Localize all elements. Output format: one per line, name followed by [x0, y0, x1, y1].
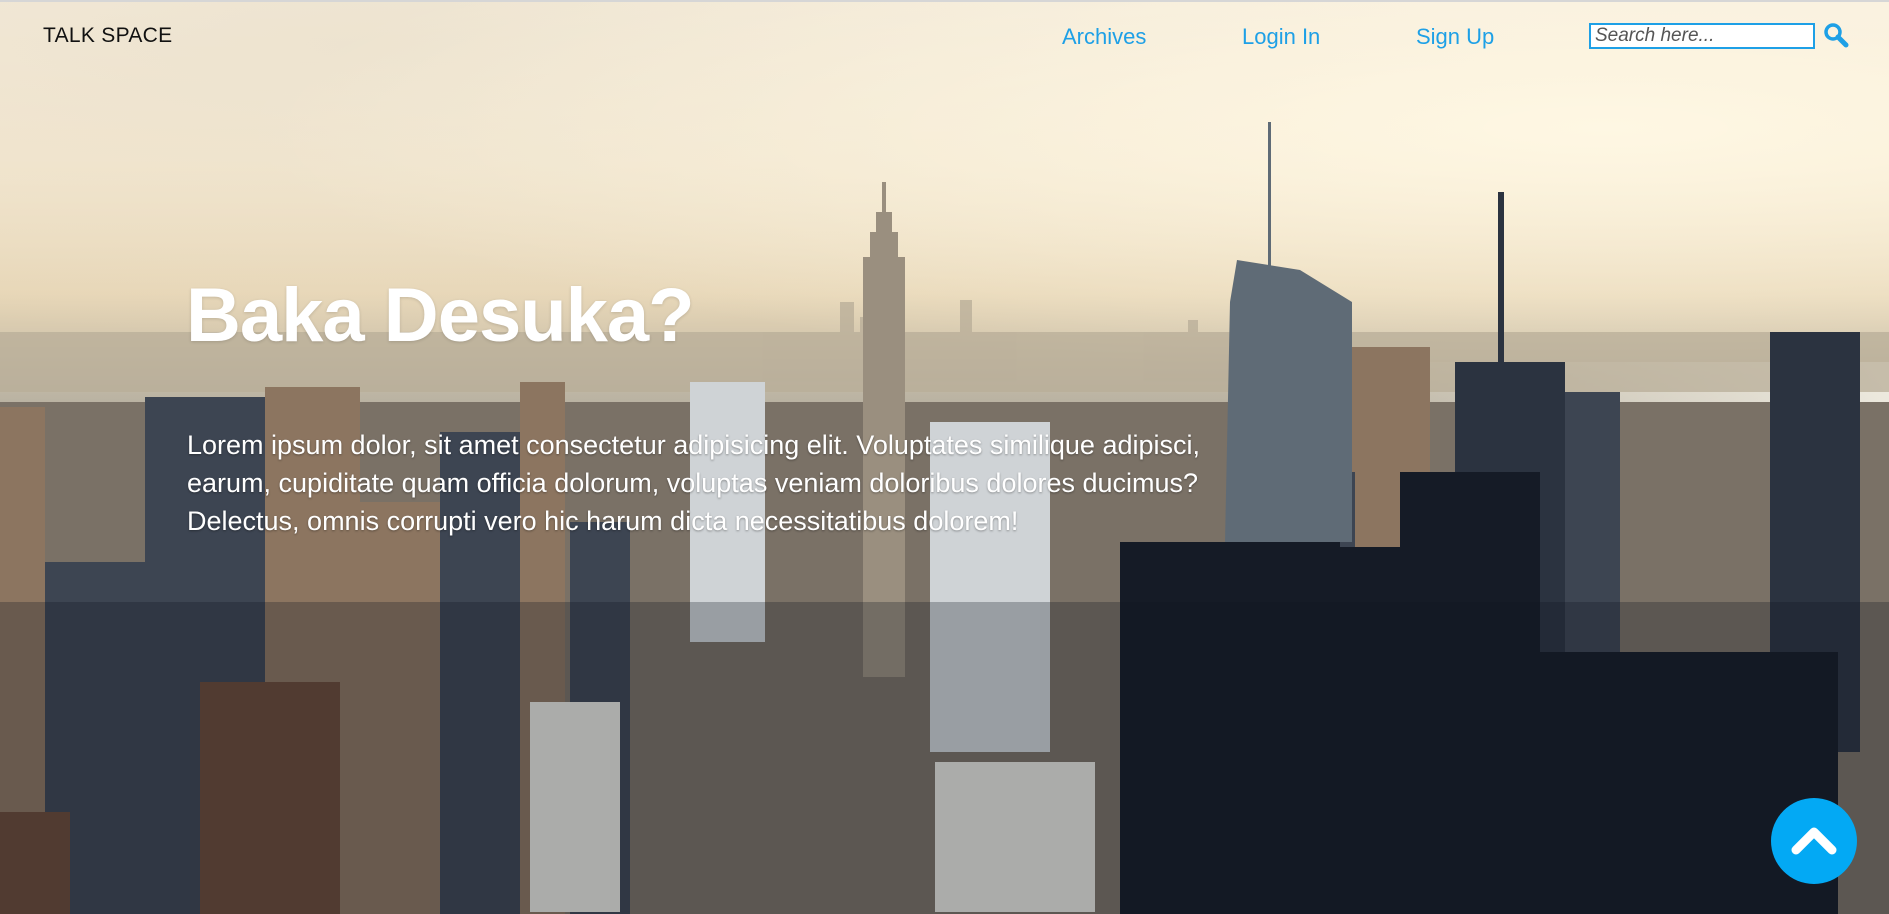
hero-title: Baka Desuka?	[186, 273, 695, 358]
nav-link-signup[interactable]: Sign Up	[1416, 24, 1494, 50]
hero-description: Lorem ipsum dolor, sit amet consectetur …	[187, 430, 1200, 536]
chevron-up-icon	[1791, 827, 1837, 855]
scroll-to-top-button[interactable]	[1771, 798, 1857, 884]
brand-logo-text[interactable]: TALK SPACE	[43, 24, 172, 48]
search-input[interactable]	[1589, 23, 1815, 49]
search-icon[interactable]	[1823, 22, 1849, 50]
nav-link-login[interactable]: Login In	[1242, 24, 1320, 50]
nav-link-archives[interactable]: Archives	[1062, 24, 1146, 50]
top-navigation-bar: TALK SPACE Archives Login In Sign Up	[0, 2, 1889, 68]
